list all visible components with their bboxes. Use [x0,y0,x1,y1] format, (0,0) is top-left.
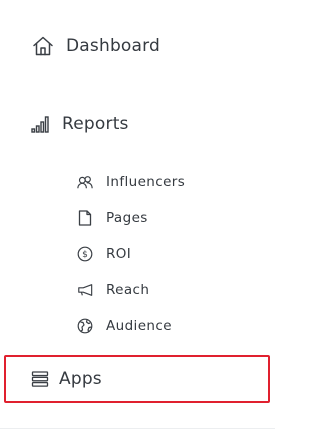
nav-subitem-roi-label: ROI [106,246,132,262]
nav-subitem-pages-label: Pages [106,210,148,226]
nav-item-dashboard[interactable]: Dashboard [32,33,160,59]
stack-icon [31,370,49,388]
nav-subitem-influencers[interactable]: Influencers [77,172,185,192]
nav-subitem-reach[interactable]: Reach [77,280,149,300]
nav-item-apps[interactable]: Apps [4,355,270,403]
dollar-icon: $ [77,246,93,262]
nav-item-reports-label: Reports [62,114,129,134]
divider [0,428,275,429]
nav-item-reports[interactable]: Reports [31,111,129,137]
sidebar-nav: Dashboard Reports Influencers Pages $ RO… [0,0,275,448]
nav-item-apps-label: Apps [59,369,102,389]
nav-subitem-reach-label: Reach [106,282,150,298]
nav-item-dashboard-label: Dashboard [66,36,161,56]
bar-chart-icon [31,115,52,133]
page-icon [77,210,93,226]
megaphone-icon [77,282,93,298]
home-icon [32,35,54,57]
svg-text:$: $ [82,250,88,260]
people-icon [77,174,93,190]
nav-subitem-audience-label: Audience [106,318,172,334]
globe-icon [77,318,93,334]
nav-subitem-influencers-label: Influencers [106,174,186,190]
nav-subitem-audience[interactable]: Audience [77,316,172,336]
nav-subitem-pages[interactable]: Pages [77,208,148,228]
nav-subitem-roi[interactable]: $ ROI [77,244,131,264]
